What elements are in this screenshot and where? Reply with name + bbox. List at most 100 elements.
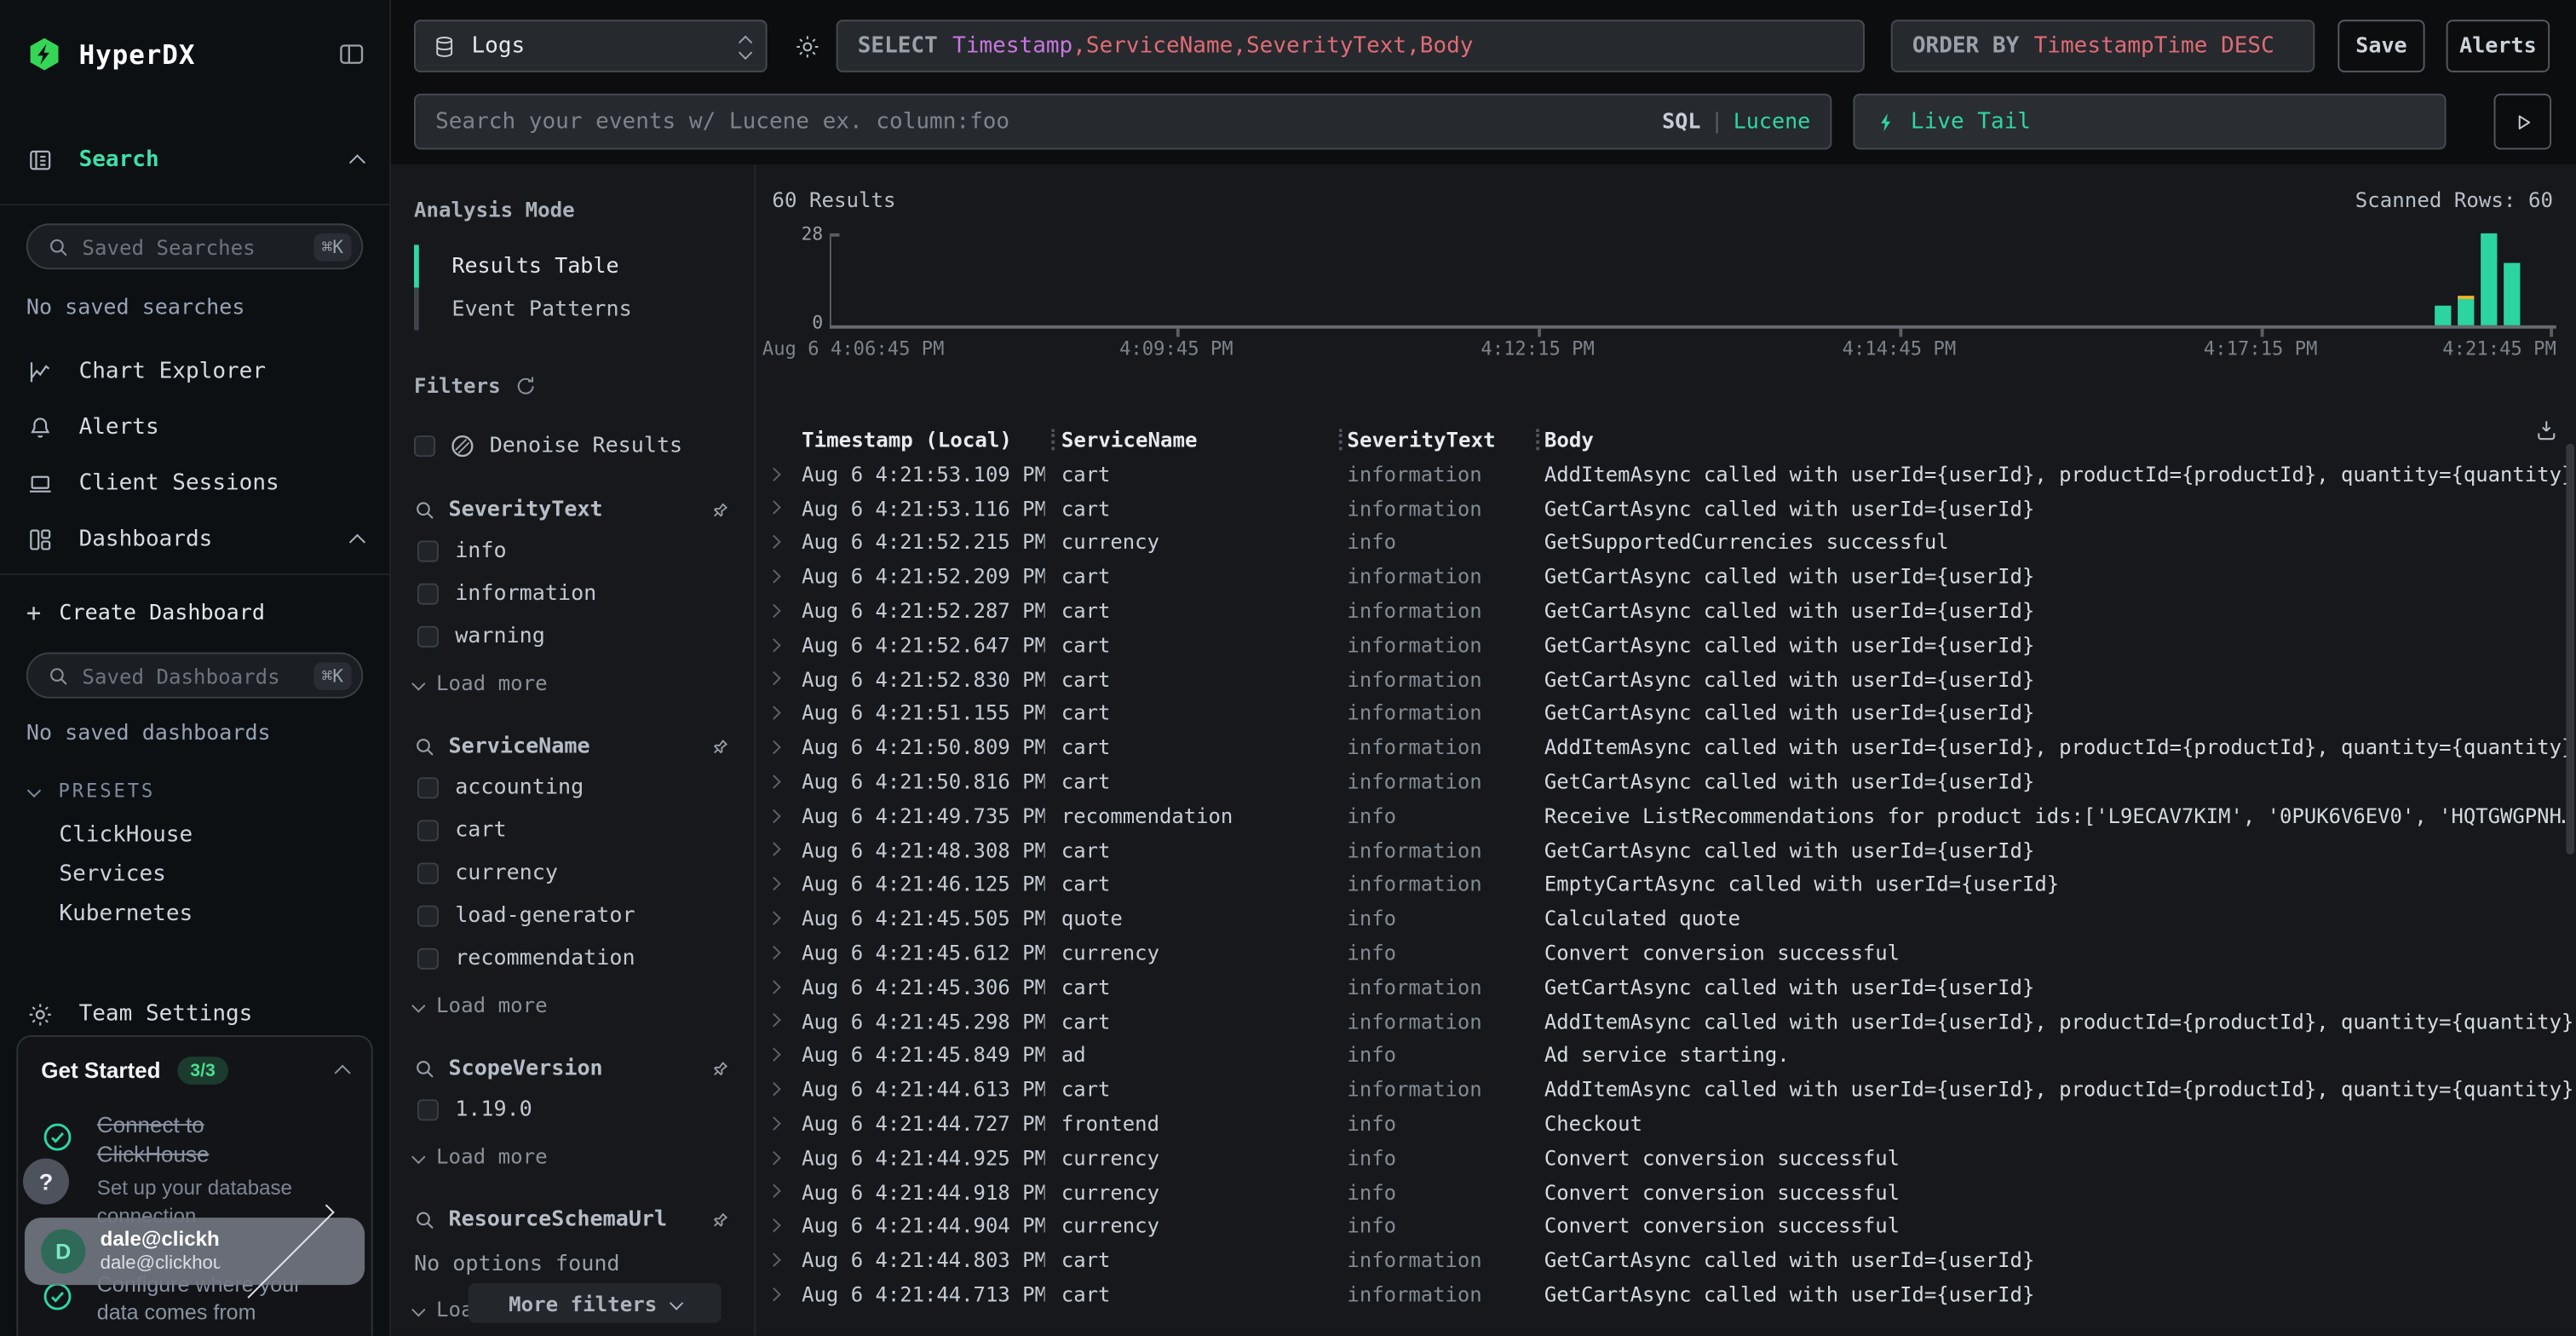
filter-option-warning[interactable]: warning (414, 623, 731, 651)
pin-icon[interactable] (708, 1057, 731, 1080)
filter-option-load-generator[interactable]: load-generator (414, 902, 731, 930)
table-row[interactable]: Aug 6 4:21:46.125 PMcartinformationEmpty… (756, 867, 2576, 901)
table-row[interactable]: Aug 6 4:21:49.735 PMrecommendationinfoRe… (756, 798, 2576, 832)
sidebar-item-alerts[interactable]: Alerts (0, 400, 389, 456)
table-row[interactable]: Aug 6 4:21:44.918 PMcurrencyinfoConvert … (756, 1174, 2576, 1208)
denoise-results-option[interactable]: Denoise Results (414, 434, 731, 458)
histogram-bar[interactable] (2504, 263, 2520, 325)
col-severitytext[interactable]: SeverityText (1347, 426, 1531, 451)
table-row[interactable]: Aug 6 4:21:44.727 PMfrontendinfoCheckout (756, 1106, 2576, 1140)
row-expand-icon[interactable] (756, 504, 802, 513)
sidebar-item-team-settings[interactable]: Team Settings (0, 986, 389, 1042)
row-expand-icon[interactable] (756, 947, 802, 957)
load-more-button[interactable]: Load more (414, 1143, 731, 1168)
checkbox[interactable] (417, 777, 439, 798)
table-row[interactable]: Aug 6 4:21:52.287 PMcartinformationGetCa… (756, 594, 2576, 628)
table-row[interactable]: Aug 6 4:21:45.298 PMcartinformationAddIt… (756, 1004, 2576, 1038)
row-expand-icon[interactable] (756, 606, 802, 615)
vertical-scrollbar[interactable] (2566, 329, 2574, 1336)
get-started-step-1[interactable]: Connect to ClickHouse Set up your databa… (41, 1111, 348, 1231)
table-row[interactable]: Aug 6 4:21:52.647 PMcartinformationGetCa… (756, 628, 2576, 662)
sidebar-item-dashboards[interactable]: Dashboards (0, 511, 389, 567)
load-more-button[interactable]: Load more (414, 993, 731, 1017)
histogram-bar[interactable] (2435, 306, 2451, 325)
row-expand-icon[interactable] (756, 777, 802, 786)
histogram-bar[interactable] (2458, 299, 2474, 325)
table-row[interactable]: Aug 6 4:21:44.803 PMcartinformationGetCa… (756, 1243, 2576, 1277)
analysis-mode-tab-results-table[interactable]: Results Table (414, 245, 731, 287)
lucene-toggle[interactable]: Lucene (1734, 109, 1811, 134)
row-expand-icon[interactable] (756, 538, 802, 547)
preset-item-services[interactable]: Services (0, 855, 389, 894)
row-expand-icon[interactable] (756, 1221, 802, 1230)
sidebar-item-chart-explorer[interactable]: Chart Explorer (0, 343, 389, 400)
checkbox[interactable] (414, 435, 435, 457)
analysis-mode-tab-event-patterns[interactable]: Event Patterns (414, 287, 731, 330)
row-expand-icon[interactable] (756, 811, 802, 821)
row-expand-icon[interactable] (756, 1119, 802, 1128)
select-expression-input[interactable]: SELECT Timestamp,ServiceName,SeverityTex… (837, 20, 1865, 72)
row-expand-icon[interactable] (756, 1016, 802, 1026)
checkbox[interactable] (417, 948, 439, 970)
checkbox[interactable] (417, 820, 439, 841)
order-by-input[interactable]: ORDER BY TimestampTime DESC (1891, 20, 2315, 72)
table-row[interactable]: Aug 6 4:21:50.809 PMcartinformationAddIt… (756, 730, 2576, 764)
table-row[interactable]: Aug 6 4:21:52.209 PMcartinformationGetCa… (756, 559, 2576, 593)
checkbox[interactable] (417, 1099, 439, 1120)
row-expand-icon[interactable] (756, 1255, 802, 1264)
row-expand-icon[interactable] (756, 1153, 802, 1162)
search-icon[interactable] (414, 499, 435, 521)
table-row[interactable]: Aug 6 4:21:50.816 PMcartinformationGetCa… (756, 764, 2576, 798)
filter-option-accounting[interactable]: accounting (414, 774, 731, 802)
scrollbar-thumb[interactable] (2566, 444, 2574, 855)
checkbox[interactable] (417, 540, 439, 561)
table-row[interactable]: Aug 6 4:21:52.215 PMcurrencyinfoGetSuppo… (756, 525, 2576, 559)
alerts-button[interactable]: Alerts (2447, 20, 2550, 72)
download-icon[interactable] (2533, 418, 2560, 444)
search-icon[interactable] (414, 736, 435, 757)
table-row[interactable]: Aug 6 4:21:45.612 PMcurrencyinfoConvert … (756, 936, 2576, 970)
table-row[interactable]: Aug 6 4:21:45.505 PMquoteinfoCalculated … (756, 901, 2576, 936)
col-body[interactable]: Body (1544, 426, 2576, 451)
source-select[interactable]: Logs (414, 20, 768, 72)
row-expand-icon[interactable] (756, 913, 802, 923)
table-row[interactable]: Aug 6 4:21:44.613 PMcartinformationAddIt… (756, 1072, 2576, 1106)
histogram-plot[interactable]: 28 0 Aug 6 4:06:45 PM4:09:45 PM4:12:15 P… (830, 233, 2556, 325)
saved-searches-input[interactable]: Saved Searches ⌘K (26, 223, 363, 269)
collapse-sidebar-icon[interactable] (336, 39, 366, 69)
preset-item-kubernetes[interactable]: Kubernetes (0, 894, 389, 933)
get-started-header[interactable]: Get Started 3/3 (41, 1057, 348, 1085)
row-expand-icon[interactable] (756, 1051, 802, 1060)
pin-icon[interactable] (708, 498, 731, 521)
presets-toggle[interactable]: PRESETS (0, 779, 389, 802)
load-more-button[interactable]: Load more (414, 671, 731, 695)
more-filters-button[interactable]: More filters (469, 1283, 722, 1322)
column-separator[interactable] (1339, 428, 1343, 449)
row-expand-icon[interactable] (756, 743, 802, 752)
table-row[interactable]: Aug 6 4:21:52.830 PMcartinformationGetCa… (756, 662, 2576, 696)
row-expand-icon[interactable] (756, 709, 802, 718)
table-row[interactable]: Aug 6 4:21:51.155 PMcartinformationGetCa… (756, 696, 2576, 730)
row-expand-icon[interactable] (756, 845, 802, 855)
row-expand-icon[interactable] (756, 469, 802, 479)
histogram-bar[interactable] (2481, 233, 2497, 325)
search-icon[interactable] (414, 1209, 435, 1230)
refresh-icon[interactable] (514, 374, 537, 397)
checkbox[interactable] (417, 584, 439, 605)
saved-dashboards-input[interactable]: Saved Dashboards ⌘K (26, 653, 363, 699)
save-button[interactable]: Save (2337, 20, 2424, 72)
row-expand-icon[interactable] (756, 879, 802, 889)
filter-option-info[interactable]: info (414, 538, 731, 566)
sidebar-item-search[interactable]: Search (0, 131, 389, 187)
table-row[interactable]: Aug 6 4:21:53.116 PMcartinformationGetCa… (756, 491, 2576, 525)
sidebar-item-client-sessions[interactable]: Client Sessions (0, 455, 389, 511)
row-expand-icon[interactable] (756, 1085, 802, 1094)
column-separator[interactable] (1536, 428, 1539, 449)
histogram-bar-warning[interactable] (2458, 296, 2474, 299)
filter-option-recommendation[interactable]: recommendation (414, 945, 731, 973)
source-settings-gear-icon[interactable] (793, 32, 821, 60)
checkbox[interactable] (417, 862, 439, 884)
user-menu-chip[interactable]: D dale@clickhouse.com dale@clickhouse.co… (25, 1218, 365, 1285)
row-expand-icon[interactable] (756, 982, 802, 992)
row-expand-icon[interactable] (756, 640, 802, 649)
